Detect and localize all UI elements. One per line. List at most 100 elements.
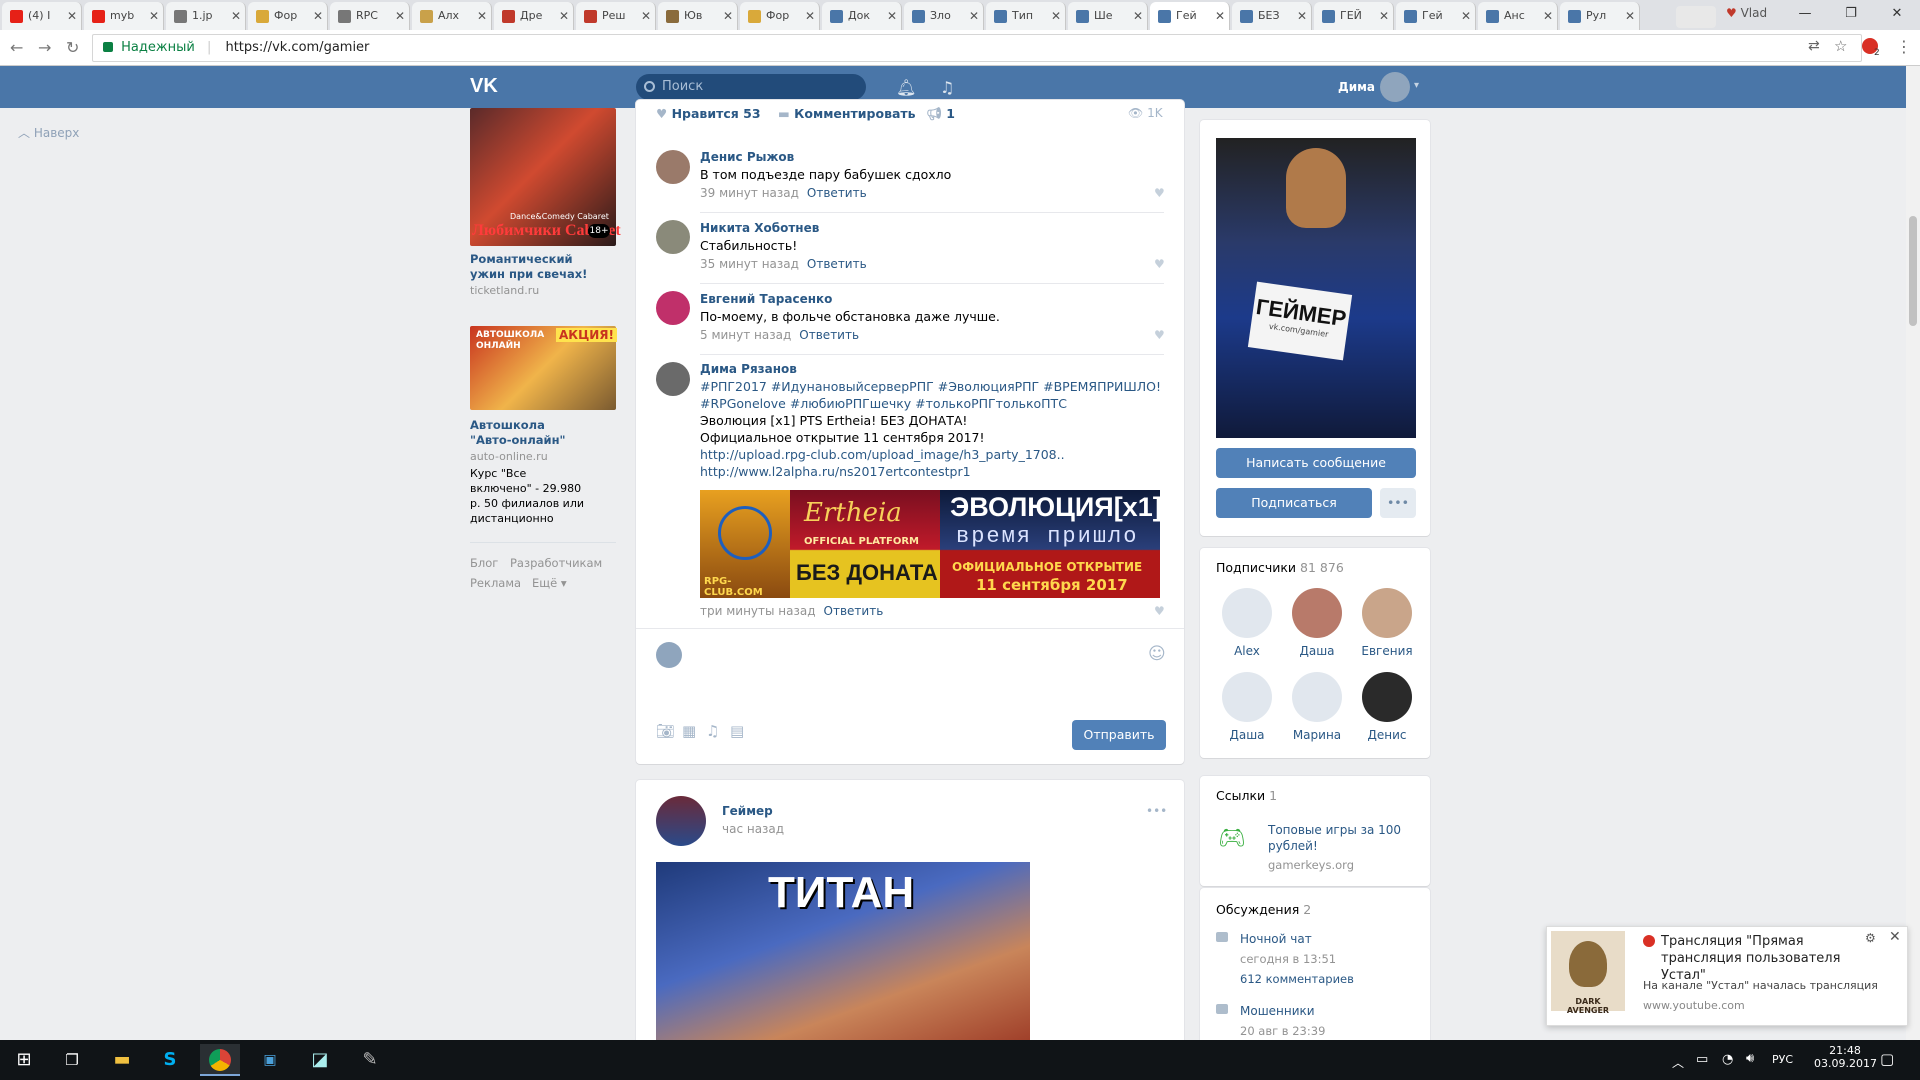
links-header[interactable]: Ссылки 1 [1216, 788, 1277, 803]
file-explorer-icon[interactable]: ▬ [102, 1044, 142, 1076]
browser-tab[interactable]: Анс ✕ [1478, 2, 1558, 30]
footer-link-blog[interactable]: Блог [470, 556, 498, 570]
post-image[interactable]: ТИТАН [656, 862, 1030, 1040]
task-view-icon[interactable]: ❐ [52, 1044, 92, 1076]
ad-source[interactable]: ticketland.ru [470, 284, 539, 297]
share-button[interactable]: 📢︎ 1 [926, 106, 955, 122]
omnibox[interactable]: Надежный | https://vk.com/gamier [92, 34, 1862, 62]
tab-close-icon[interactable]: ✕ [1461, 2, 1471, 30]
vk-logo[interactable]: VK [470, 75, 498, 98]
translate-icon[interactable]: ⇄ [1808, 38, 1820, 54]
browser-tab[interactable]: Гей ✕ [1150, 2, 1230, 30]
comment-like-icon[interactable]: ♥ [1154, 186, 1165, 200]
user-name[interactable]: Дима [1338, 80, 1375, 94]
follower-item[interactable]: Евгения [1352, 588, 1422, 658]
comment-like-icon[interactable]: ♥ [1154, 328, 1165, 342]
post-time[interactable]: час назад [722, 822, 784, 836]
ad-title[interactable]: Романтический ужин при свечах! [470, 252, 610, 282]
follower-item[interactable]: Даша [1282, 588, 1352, 658]
maximize-icon[interactable]: ❐ [1828, 0, 1874, 30]
tab-close-icon[interactable]: ✕ [887, 2, 897, 30]
comment-link[interactable]: http://www.l2alpha.ru/ns2017ertcontestpr… [700, 463, 971, 480]
action-center-icon[interactable]: ▢ [1880, 1050, 1894, 1068]
chevron-down-icon[interactable]: ▾ [1414, 80, 1419, 91]
tab-close-icon[interactable]: ✕ [1297, 2, 1307, 30]
back-icon[interactable]: ← [10, 38, 23, 57]
document-icon[interactable]: ▤ [730, 722, 744, 740]
reply-link[interactable]: Ответить [799, 328, 859, 342]
comment-button[interactable]: ▬ Комментировать [778, 106, 916, 121]
ad-source[interactable]: auto-online.ru [470, 450, 548, 463]
clock[interactable]: 21:48 03.09.2017 [1814, 1044, 1877, 1070]
follower-item[interactable]: Денис [1352, 672, 1422, 742]
tab-close-icon[interactable]: ✕ [395, 2, 405, 30]
post-author[interactable]: Геймер [722, 804, 773, 818]
browser-tab[interactable]: ГЕЙ ✕ [1314, 2, 1394, 30]
like-button[interactable]: ♥ Нравится 53 [656, 106, 761, 121]
comment-author[interactable]: Дима Рязанов [700, 362, 797, 376]
tab-close-icon[interactable]: ✕ [67, 2, 77, 30]
footer-link-developers[interactable]: Разработчикам [510, 556, 602, 570]
tab-close-icon[interactable]: ✕ [969, 2, 979, 30]
ad-image-cabaret[interactable]: Dance&Comedy Cabaret Любимчики Cabaret 1… [470, 108, 621, 246]
tab-close-icon[interactable]: ✕ [231, 2, 241, 30]
comment-avatar[interactable] [656, 220, 690, 254]
comment-banner-image[interactable]: RPG-CLUB.COM Ertheia OFFICIAL PLATFORM Б… [700, 490, 1162, 598]
bookmark-star-icon[interactable]: ☆ [1834, 37, 1847, 55]
follower-item[interactable]: Даша [1212, 672, 1282, 742]
discussions-header[interactable]: Обсуждения 2 [1216, 902, 1311, 917]
footer-link-ads[interactable]: Реклама [470, 576, 521, 590]
browser-tab[interactable]: Юв ✕ [658, 2, 738, 30]
write-message-button[interactable]: Написать сообщение [1216, 448, 1416, 478]
app-taskbar-icon[interactable]: ▣ [250, 1044, 290, 1076]
followers-header[interactable]: Подписчики 81 876 [1216, 560, 1344, 575]
subscribe-button[interactable]: Подписаться [1216, 488, 1372, 518]
tab-close-icon[interactable]: ✕ [1625, 2, 1635, 30]
discussion-title[interactable]: Ночной чат [1240, 932, 1312, 946]
browser-tab[interactable]: Гей ✕ [1396, 2, 1476, 30]
audio-icon[interactable]: ♫ [706, 722, 719, 740]
link-title[interactable]: Топовые игры за 100 рублей! [1268, 822, 1408, 854]
browser-tab[interactable]: (4) I ✕ [2, 2, 82, 30]
comment-author[interactable]: Евгений Тарасенко [700, 292, 832, 306]
notification-toast[interactable]: DARK AVENGER Трансляция "Прямая трансляц… [1546, 926, 1908, 1026]
menu-kebab-icon[interactable]: ⋮ [1896, 37, 1912, 56]
comment-author[interactable]: Никита Хоботнев [700, 221, 819, 235]
volume-icon[interactable]: 🔊︎ [1746, 1051, 1754, 1066]
browser-tab[interactable]: БЕЗ ✕ [1232, 2, 1312, 30]
comment-avatar[interactable] [656, 150, 690, 184]
browser-tab[interactable]: Ше ✕ [1068, 2, 1148, 30]
tab-close-icon[interactable]: ✕ [641, 2, 651, 30]
footer-link-more[interactable]: Ещё ▾ [532, 576, 567, 590]
tab-close-icon[interactable]: ✕ [313, 2, 323, 30]
browser-tab[interactable]: Алх ✕ [412, 2, 492, 30]
community-photo[interactable]: ГЕЙМЕР vk.com/gamier [1216, 138, 1416, 438]
windows-start-icon[interactable]: ⊞ [4, 1044, 44, 1076]
discussion-comments[interactable]: 612 комментариев [1240, 972, 1354, 986]
reload-icon[interactable]: ↻ [66, 38, 79, 57]
post-author-avatar[interactable] [656, 796, 706, 846]
chrome-taskbar-icon[interactable] [200, 1044, 240, 1076]
page-scrollbar[interactable] [1906, 66, 1920, 1040]
comment-input[interactable] [696, 640, 1136, 700]
paint-icon[interactable]: ✎ [350, 1044, 390, 1076]
comment-avatar[interactable] [656, 362, 690, 396]
comment-time[interactable]: 35 минут назад [700, 257, 799, 271]
video-icon[interactable]: ▦ [682, 722, 696, 740]
comment-time[interactable]: 39 минут назад [700, 186, 799, 200]
tab-close-icon[interactable]: ✕ [149, 2, 159, 30]
profile-label[interactable]: ♥ Vlad [1726, 6, 1767, 20]
reply-link[interactable]: Ответить [807, 257, 867, 271]
scroll-to-top-link[interactable]: ︿ Наверх [18, 124, 79, 141]
comment-hashtags[interactable]: #РПГ2017 #ИдунановыйсерверРПГ #ЭволюцияР… [700, 378, 1161, 395]
post-more-icon[interactable]: ••• [1146, 804, 1167, 818]
tab-close-icon[interactable]: ✕ [1051, 2, 1061, 30]
tab-close-icon[interactable]: ✕ [1543, 2, 1553, 30]
tab-close-icon[interactable]: ✕ [1215, 2, 1225, 30]
comment-hashtags[interactable]: #RPGonelove #любиюРПГшечку #толькоРПГтол… [700, 395, 1067, 412]
comment-link[interactable]: http://upload.rpg-club.com/upload_image/… [700, 446, 1065, 463]
comment-like-icon[interactable]: ♥ [1154, 257, 1165, 271]
follower-item[interactable]: Alex [1212, 588, 1282, 658]
discussion-title[interactable]: Мошенники [1240, 1004, 1315, 1018]
battery-icon[interactable]: ▭ [1696, 1052, 1708, 1067]
